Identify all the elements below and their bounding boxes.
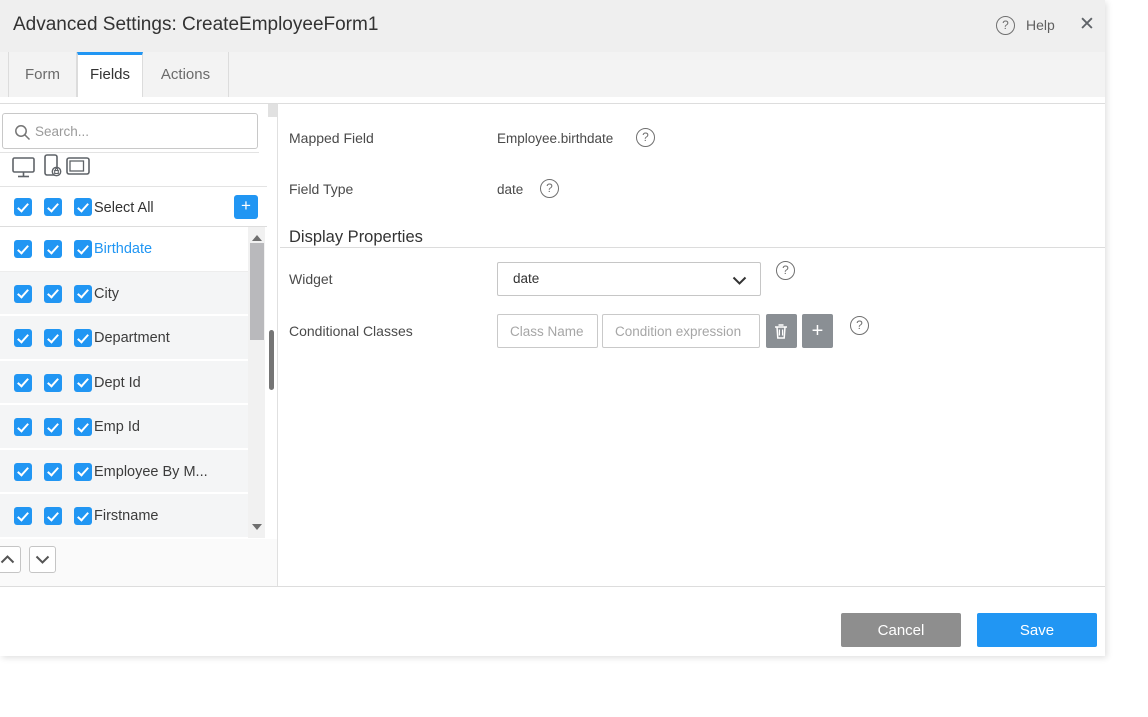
chevron-down-icon (732, 276, 747, 285)
section-divider (280, 247, 1105, 248)
field-list-item[interactable]: Employee By M... (0, 450, 248, 495)
tablet-checkbox[interactable] (74, 418, 92, 436)
search-icon (14, 124, 31, 141)
sidebar-scrollbar-thumb[interactable] (269, 330, 274, 390)
mobile-checkbox[interactable] (44, 240, 62, 258)
tablet-checkbox[interactable] (74, 240, 92, 258)
select-all-row: Select All (0, 187, 267, 227)
help-icon[interactable] (996, 16, 1015, 35)
field-label: Employee By M... (94, 464, 208, 480)
mobile-checkbox[interactable] (44, 463, 62, 481)
tablet-checkbox[interactable] (74, 329, 92, 347)
tablet-icon (66, 157, 91, 176)
mobile-icon (43, 154, 63, 179)
tablet-checkbox[interactable] (74, 285, 92, 303)
add-field-button[interactable] (234, 195, 258, 219)
field-list-item[interactable]: Emp Id (0, 405, 248, 450)
mobile-checkbox[interactable] (44, 418, 62, 436)
field-list: Birthdate City Department Dept Id Emp Id (0, 227, 248, 539)
scrollbar-thumb[interactable] (250, 243, 264, 340)
field-list-scrollbar (248, 227, 265, 538)
mobile-checkbox[interactable] (44, 507, 62, 525)
tablet-checkbox[interactable] (74, 463, 92, 481)
divider (0, 152, 259, 153)
save-button[interactable]: Save (977, 613, 1097, 647)
dialog-title: Advanced Settings: CreateEmployeeForm1 (13, 14, 378, 36)
desktop-checkbox[interactable] (14, 418, 32, 436)
field-type-help-icon[interactable] (540, 179, 559, 198)
field-label: Department (94, 330, 170, 346)
select-all-mobile-checkbox[interactable] (44, 198, 62, 216)
mapped-field-value: Employee.birthdate (497, 131, 613, 146)
conditional-classes-label: Conditional Classes (289, 323, 413, 339)
scroll-down-arrow-icon[interactable] (252, 524, 262, 530)
desktop-checkbox[interactable] (14, 329, 32, 347)
move-up-button[interactable] (0, 546, 21, 573)
field-label: Emp Id (94, 419, 140, 435)
widget-label: Widget (289, 271, 333, 287)
move-down-button[interactable] (29, 546, 56, 573)
field-type-value: date (497, 182, 523, 197)
class-name-input[interactable] (497, 314, 598, 348)
chevron-down-icon (35, 555, 50, 564)
tab-bar: Form Fields Actions (0, 52, 1105, 97)
field-search (2, 113, 258, 149)
field-list-item[interactable]: Dept Id (0, 361, 248, 406)
desktop-checkbox[interactable] (14, 374, 32, 392)
tab-form[interactable]: Form (8, 52, 77, 97)
desktop-icon (12, 157, 36, 179)
widget-select[interactable]: date (497, 262, 761, 296)
desktop-checkbox[interactable] (14, 507, 32, 525)
field-label: City (94, 286, 119, 302)
display-properties-title: Display Properties (289, 228, 423, 247)
select-all-tablet-checkbox[interactable] (74, 198, 92, 216)
mapped-field-label: Mapped Field (289, 130, 374, 146)
mobile-checkbox[interactable] (44, 374, 62, 392)
widget-select-value: date (513, 271, 539, 286)
scroll-up-arrow-icon[interactable] (252, 235, 262, 241)
dialog-titlebar: Advanced Settings: CreateEmployeeForm1 H… (0, 0, 1105, 52)
tab-actions[interactable]: Actions (143, 52, 229, 97)
mobile-checkbox[interactable] (44, 329, 62, 347)
field-label: Birthdate (94, 241, 152, 257)
mapped-field-help-icon[interactable] (636, 128, 655, 147)
desktop-checkbox[interactable] (14, 463, 32, 481)
advanced-settings-dialog: Advanced Settings: CreateEmployeeForm1 H… (0, 0, 1105, 656)
field-label: Firstname (94, 508, 158, 524)
desktop-checkbox[interactable] (14, 240, 32, 258)
sidebar-scrollbar-cap (268, 104, 277, 117)
select-all-label: Select All (94, 200, 154, 216)
field-list-item[interactable]: Birthdate (0, 227, 248, 272)
mobile-checkbox[interactable] (44, 285, 62, 303)
widget-help-icon[interactable] (776, 261, 795, 280)
tab-fields[interactable]: Fields (77, 52, 143, 97)
add-condition-button[interactable] (802, 314, 833, 348)
trash-icon (774, 323, 788, 339)
help-label[interactable]: Help (1026, 17, 1055, 33)
dialog-footer: Cancel Save (0, 586, 1105, 656)
field-list-item[interactable]: Department (0, 316, 248, 361)
field-list-item[interactable]: Firstname (0, 494, 248, 539)
conditional-classes-help-icon[interactable] (850, 316, 869, 335)
field-list-item[interactable]: City (0, 272, 248, 317)
panel-divider (277, 103, 278, 586)
reorder-controls (0, 539, 277, 586)
desktop-checkbox[interactable] (14, 285, 32, 303)
delete-condition-button[interactable] (766, 314, 797, 348)
tablet-checkbox[interactable] (74, 507, 92, 525)
search-input[interactable] (35, 115, 253, 147)
field-type-label: Field Type (289, 181, 353, 197)
chevron-up-icon (0, 555, 15, 564)
field-label: Dept Id (94, 375, 141, 391)
select-all-desktop-checkbox[interactable] (14, 198, 32, 216)
condition-expression-input[interactable] (602, 314, 760, 348)
tablet-checkbox[interactable] (74, 374, 92, 392)
cancel-button[interactable]: Cancel (841, 613, 961, 647)
close-icon[interactable]: ✕ (1079, 13, 1095, 36)
